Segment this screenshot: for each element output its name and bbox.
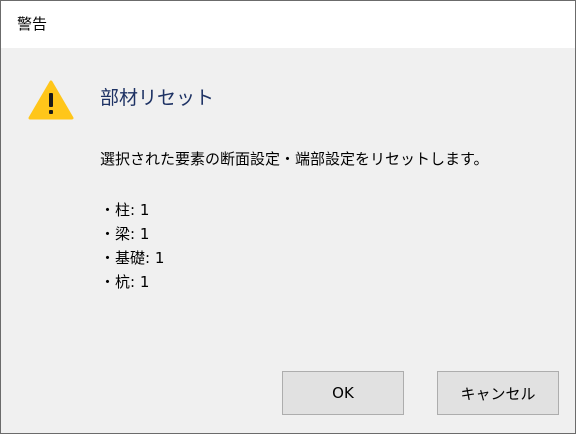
- dialog-message: 選択された要素の断面設定・端部設定をリセットします。: [100, 150, 489, 168]
- dialog-content: 部材リセット 選択された要素の断面設定・端部設定をリセットします。 ・柱: 1 …: [1, 48, 575, 433]
- dialog-heading: 部材リセット: [100, 87, 215, 109]
- dialog-title: 警告: [17, 15, 48, 33]
- detail-item-pile: ・杭: 1: [100, 273, 150, 291]
- warning-dialog: 警告 部材リセット 選択された要素の断面設定・端部設定をリセットします。 ・柱:…: [0, 0, 576, 434]
- detail-item-foundation: ・基礎: 1: [100, 249, 165, 267]
- dialog-titlebar[interactable]: 警告: [1, 1, 575, 48]
- cancel-button[interactable]: キャンセル: [437, 371, 559, 415]
- detail-item-column: ・柱: 1: [100, 201, 150, 219]
- warning-icon: [28, 80, 74, 120]
- reset-detail-list: ・柱: 1 ・梁: 1 ・基礎: 1 ・杭: 1: [100, 198, 164, 294]
- detail-item-beam: ・梁: 1: [100, 225, 150, 243]
- ok-button[interactable]: OK: [282, 371, 404, 415]
